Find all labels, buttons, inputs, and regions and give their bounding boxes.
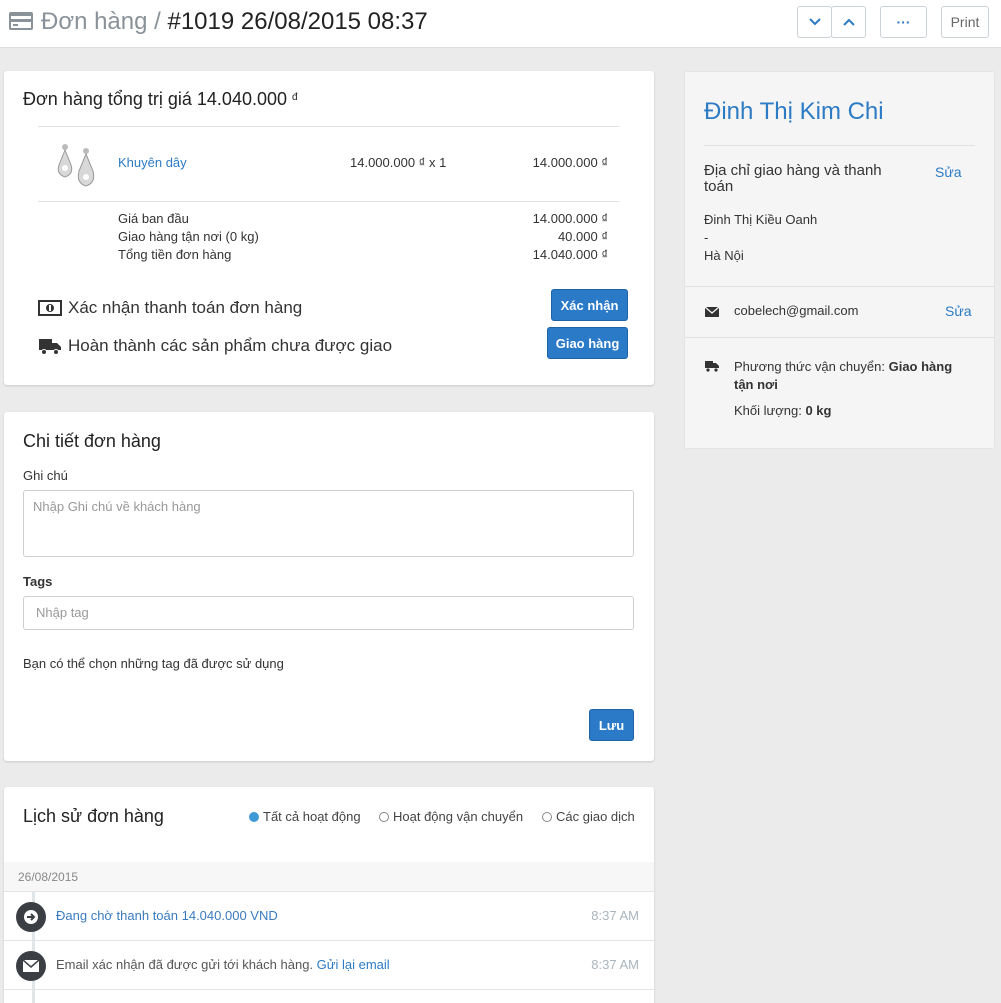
divider bbox=[704, 145, 975, 146]
currency-symbol: đ bbox=[292, 92, 298, 103]
truck-icon bbox=[705, 361, 719, 372]
customer-card: Đinh Thị Kim Chi Địa chỉ giao hàng và th… bbox=[684, 71, 995, 449]
truck-icon bbox=[39, 339, 61, 355]
event-text: Email xác nhận đã được gửi tới khách hàn… bbox=[56, 957, 390, 972]
product-image bbox=[57, 144, 95, 187]
event-time: 8:37 AM bbox=[591, 957, 639, 972]
print-button[interactable]: Print bbox=[941, 6, 989, 38]
shipping-row: Giao hàng tận nơi (0 kg) 40.000 ₫ bbox=[118, 229, 608, 244]
customer-name[interactable]: Đinh Thị Kim Chi bbox=[704, 98, 884, 126]
divider bbox=[38, 201, 619, 202]
payment-row: Xác nhận thanh toán đơn hàng bbox=[38, 298, 302, 318]
previous-order-button[interactable] bbox=[831, 6, 866, 38]
chevron-down-icon bbox=[808, 18, 821, 26]
page-title: Đơn hàng / #1019 26/08/2015 08:37 bbox=[41, 7, 428, 37]
envelope-icon bbox=[16, 951, 46, 981]
tags-input[interactable]: Nhập tag bbox=[23, 596, 634, 630]
order-history-card: Lịch sử đơn hàng Tất cả hoạt động Hoạt đ… bbox=[4, 787, 654, 1003]
chevron-up-icon bbox=[842, 18, 855, 26]
divider bbox=[38, 126, 619, 127]
tags-label: Tags bbox=[23, 574, 53, 589]
shipping-weight: Khối lượng: 0 kg bbox=[734, 403, 831, 418]
filter-transactions[interactable]: Các giao dịch bbox=[542, 809, 635, 824]
grand-total-label: Tổng tiền đơn hàng bbox=[118, 247, 232, 262]
subtotal-value: 14.000.000 ₫ bbox=[532, 211, 608, 226]
address-title: Địa chỉ giao hàng và thanh toán bbox=[704, 162, 882, 195]
credit-card-icon bbox=[9, 12, 33, 30]
note-textarea[interactable]: Nhập Ghi chú về khách hàng bbox=[23, 490, 634, 557]
shipping-label: Giao hàng tận nơi (0 kg) bbox=[118, 229, 259, 244]
money-icon bbox=[38, 300, 62, 316]
address-name: Đinh Thị Kiều Oanh bbox=[704, 212, 818, 227]
grand-total-value: 14.040.000 ₫ bbox=[532, 247, 608, 262]
history-date: 26/08/2015 bbox=[4, 862, 654, 892]
filter-shipping-activity[interactable]: Hoạt động vận chuyển bbox=[379, 809, 523, 824]
radio-selected-icon bbox=[249, 811, 259, 822]
order-total-heading: Đơn hàng tổng trị giá 14.040.000 đ bbox=[23, 89, 298, 110]
filter-label: Tất cả hoạt động bbox=[263, 809, 361, 824]
weight-value: 0 kg bbox=[805, 403, 832, 418]
product-link[interactable]: Khuyên dây bbox=[118, 155, 187, 170]
history-event: Đang chờ thanh toán 14.040.000 VND 8:37 … bbox=[4, 892, 654, 941]
address-line: - bbox=[704, 230, 709, 245]
next-order-button[interactable] bbox=[797, 6, 832, 38]
order-title: #1019 26/08/2015 08:37 bbox=[167, 8, 428, 35]
arrow-right-icon bbox=[16, 902, 46, 932]
details-heading: Chi tiết đơn hàng bbox=[23, 431, 161, 451]
event-text[interactable]: Đang chờ thanh toán 14.040.000 VND bbox=[56, 908, 278, 923]
resend-email-link[interactable]: Gửi lại email bbox=[317, 957, 390, 972]
customer-email[interactable]: cobelech@gmail.com bbox=[734, 303, 858, 318]
product-price-qty: 14.000.000 ₫ x 1 bbox=[350, 155, 447, 170]
radio-icon bbox=[542, 811, 552, 822]
divider bbox=[685, 337, 994, 338]
order-summary-card: Đơn hàng tổng trị giá 14.040.000 đ Khuyê… bbox=[4, 71, 654, 385]
filter-all-activity[interactable]: Tất cả hoạt động bbox=[249, 809, 361, 824]
filter-label: Các giao dịch bbox=[556, 809, 635, 824]
edit-email-link[interactable]: Sửa bbox=[945, 303, 972, 319]
note-label: Ghi chú bbox=[23, 468, 68, 483]
divider bbox=[685, 286, 994, 287]
weight-label: Khối lượng: bbox=[734, 403, 802, 418]
top-bar: Đơn hàng / #1019 26/08/2015 08:37 ··· Pr… bbox=[0, 0, 1001, 48]
history-event: Email xác nhận đã được gửi tới khách hàn… bbox=[4, 941, 654, 990]
subtotal-row: Giá ban đầu 14.000.000 ₫ bbox=[118, 211, 608, 226]
envelope-icon bbox=[705, 306, 719, 317]
order-details-card: Chi tiết đơn hàng Ghi chú Nhập Ghi chú v… bbox=[4, 412, 654, 761]
filter-label: Hoạt động vận chuyển bbox=[393, 809, 524, 824]
product-line-total: 14.000.000 ₫ bbox=[532, 155, 608, 170]
fulfill-row: Hoàn thành các sản phẩm chưa được giao bbox=[38, 336, 392, 356]
event-message: Email xác nhận đã được gửi tới khách hàn… bbox=[56, 957, 314, 972]
confirm-payment-button[interactable]: Xác nhận bbox=[551, 289, 628, 321]
order-total-text: Đơn hàng tổng trị giá 14.040.000 bbox=[23, 89, 287, 109]
edit-address-link[interactable]: Sửa bbox=[935, 164, 962, 180]
subtotal-label: Giá ban đầu bbox=[118, 211, 189, 226]
address-city: Hà Nội bbox=[704, 248, 744, 263]
more-actions-button[interactable]: ··· bbox=[880, 6, 927, 38]
fulfill-button[interactable]: Giao hàng bbox=[547, 327, 628, 359]
radio-icon bbox=[379, 811, 389, 822]
tags-hint: Bạn có thể chọn những tag đã được sử dụn… bbox=[23, 656, 284, 671]
shipping-method: Phương thức vận chuyển: Giao hàng tận nơ… bbox=[734, 358, 974, 394]
grand-total-row: Tổng tiền đơn hàng 14.040.000 ₫ bbox=[118, 247, 608, 262]
history-heading: Lịch sử đơn hàng bbox=[23, 806, 164, 826]
shipping-value: 40.000 ₫ bbox=[557, 229, 608, 244]
breadcrumb[interactable]: Đơn hàng / bbox=[41, 8, 161, 35]
shipping-method-label: Phương thức vận chuyển: bbox=[734, 359, 885, 374]
fulfill-text: Hoàn thành các sản phẩm chưa được giao bbox=[68, 336, 393, 355]
payment-text: Xác nhận thanh toán đơn hàng bbox=[68, 298, 303, 317]
save-button[interactable]: Lưu bbox=[589, 709, 634, 741]
event-time: 8:37 AM bbox=[591, 908, 639, 923]
